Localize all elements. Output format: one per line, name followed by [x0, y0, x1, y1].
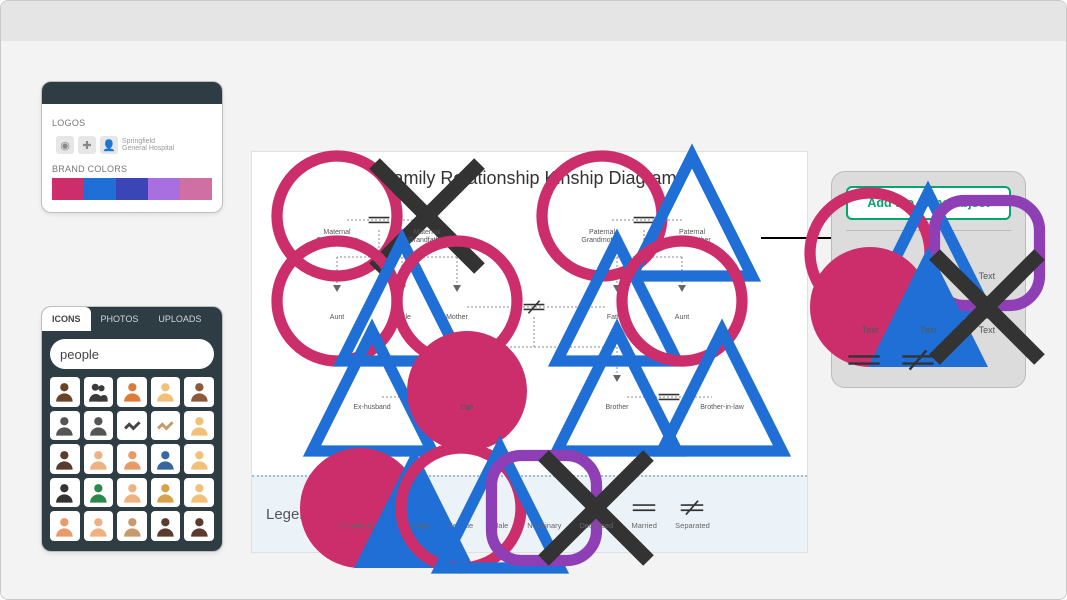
icon-result[interactable] — [117, 478, 147, 508]
icon-result[interactable] — [184, 377, 214, 407]
icon-result[interactable] — [50, 511, 80, 541]
swatch[interactable] — [84, 178, 116, 200]
icon-result[interactable] — [117, 511, 147, 541]
top-chrome-bar — [1, 1, 1066, 41]
tab-icons[interactable]: ICONS — [42, 307, 91, 331]
icon-result[interactable] — [117, 411, 147, 441]
canvas-area: LOGOS ◉ ✚ 👤 Springfield General Hospital… — [1, 41, 1066, 599]
icon-result[interactable] — [151, 377, 181, 407]
icon-result[interactable] — [117, 377, 147, 407]
icon-result[interactable] — [151, 511, 181, 541]
icon-result[interactable] — [84, 478, 114, 508]
tool-separated[interactable] — [900, 349, 936, 371]
shape-toolbox: Add the same object Text Text Text Text … — [831, 171, 1026, 388]
brand-panel-header — [42, 82, 222, 104]
tab-photos[interactable]: PHOTOS — [91, 307, 149, 331]
icon-result[interactable] — [151, 444, 181, 474]
icon-result[interactable] — [50, 478, 80, 508]
icon-result[interactable] — [151, 478, 181, 508]
icon-result[interactable] — [50, 411, 80, 441]
icon-result[interactable] — [84, 444, 114, 474]
icon-result[interactable] — [50, 444, 80, 474]
tool-deceased[interactable]: Text — [963, 295, 1011, 335]
legend-separated: Separated — [675, 499, 710, 530]
icon-result[interactable] — [84, 411, 114, 441]
icon-result[interactable] — [151, 411, 181, 441]
icon-result[interactable] — [84, 377, 114, 407]
logo-chip-person-icon: 👤 — [100, 136, 118, 154]
swatch[interactable] — [116, 178, 148, 200]
logo-chip-plus-icon: ✚ — [78, 136, 96, 154]
icon-result[interactable] — [50, 377, 80, 407]
icon-result[interactable] — [117, 444, 147, 474]
logos-label: LOGOS — [52, 118, 212, 128]
icon-result[interactable] — [84, 511, 114, 541]
app-stage: LOGOS ◉ ✚ 👤 Springfield General Hospital… — [0, 0, 1067, 600]
legend: Legend Female Ego Male Ego Female Male N… — [252, 475, 807, 552]
legend-deceased: Deceased — [579, 499, 613, 530]
logo-chip-camera-icon: ◉ — [56, 136, 74, 154]
tool-married[interactable] — [846, 349, 882, 371]
node-brother-in-law[interactable]: Brother-in-law — [692, 382, 752, 412]
icon-grid — [50, 377, 214, 541]
legend-married: Married — [631, 499, 657, 530]
swatch[interactable] — [52, 178, 84, 200]
logo-text: Springfield General Hospital — [122, 138, 174, 153]
swatch[interactable] — [148, 178, 180, 200]
